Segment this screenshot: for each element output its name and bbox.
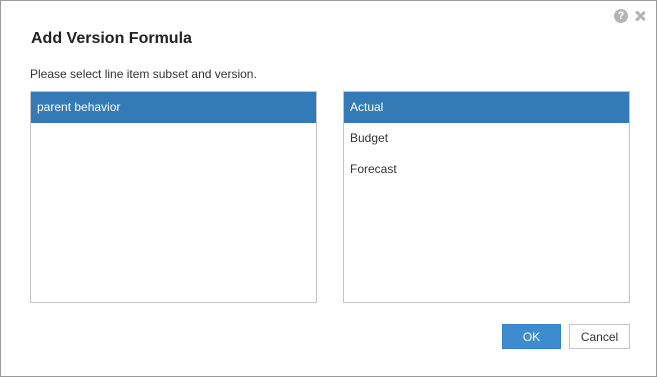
cancel-button[interactable]: Cancel [569, 324, 630, 349]
list-item-budget[interactable]: Budget [344, 123, 629, 154]
close-icon[interactable] [634, 10, 646, 22]
dialog-title: Add Version Formula [31, 30, 192, 47]
list-item-forecast[interactable]: Forecast [344, 154, 629, 185]
list-item-parent-behavior[interactable]: parent behavior [31, 92, 316, 123]
ok-button[interactable]: OK [502, 324, 561, 349]
instruction-text: Please select line item subset and versi… [30, 67, 257, 81]
version-list[interactable]: Actual Budget Forecast [343, 91, 630, 303]
dialog-header-icons: ? [614, 9, 646, 23]
help-icon[interactable]: ? [614, 9, 628, 23]
list-item-actual[interactable]: Actual [344, 92, 629, 123]
line-item-subset-list[interactable]: parent behavior [30, 91, 317, 303]
add-version-formula-dialog: ? Add Version Formula Please select line… [0, 0, 657, 377]
